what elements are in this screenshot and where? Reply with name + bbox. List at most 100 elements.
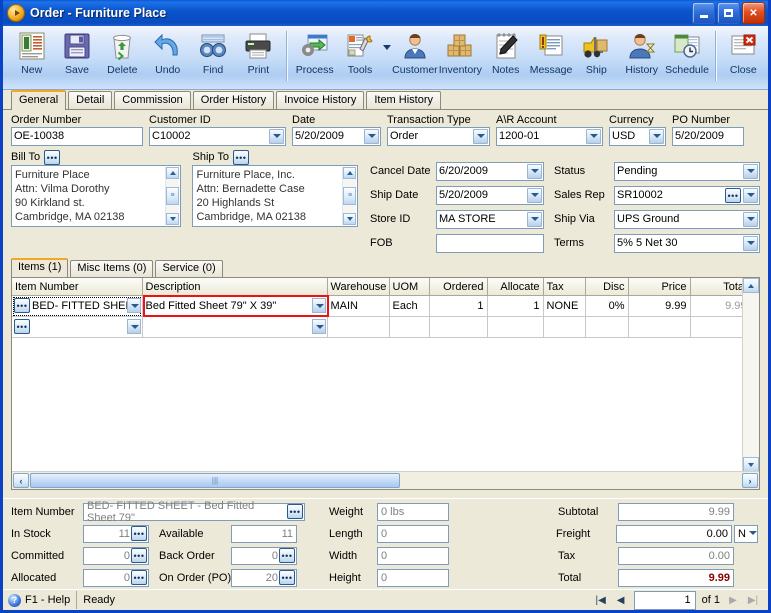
transaction-type-input[interactable]: Order	[387, 127, 490, 146]
tab-item-history[interactable]: Item History	[366, 91, 442, 109]
sales-rep-lookup-button[interactable]: •••	[725, 188, 741, 203]
cancel-date-input[interactable]: 6/20/2009	[436, 162, 544, 181]
freight-input[interactable]: 0.00	[616, 525, 732, 543]
bill-to-scroll-thumb[interactable]: ≡	[166, 187, 179, 205]
bill-to-scrollbar[interactable]: ≡	[165, 167, 179, 225]
tab-general[interactable]: General	[11, 90, 67, 110]
toolbar-delete-button[interactable]: Delete	[100, 29, 145, 85]
cell-ordered[interactable]: 1	[429, 295, 488, 317]
sales-rep-chevron-down-icon[interactable]	[747, 193, 755, 197]
currency-chevron-down-icon[interactable]	[653, 134, 661, 138]
ship-to-address[interactable]: Furniture Place, Inc. Attn: Bernadette C…	[192, 165, 359, 227]
toolbar-process-button[interactable]: Process	[292, 29, 337, 85]
grid-scroll-left-icon[interactable]: ‹	[13, 473, 29, 488]
cell-uom[interactable]: Each	[389, 295, 430, 317]
cell-ordered-empty[interactable]	[429, 316, 488, 338]
cell-description[interactable]: Bed Fitted Sheet 79" X 39"	[142, 295, 328, 317]
grid-horizontal-scrollbar[interactable]: ‹ ||| ›	[12, 471, 759, 489]
status-input[interactable]: Pending	[614, 162, 760, 181]
col-total[interactable]: Total	[690, 278, 743, 296]
description-chevron-down-icon-empty[interactable]	[311, 319, 326, 334]
detail-item-number-input[interactable]: BED- FITTED SHEET - Bed Fitted Sheet 79"	[83, 500, 305, 524]
table-row[interactable]: •••	[12, 316, 743, 338]
ship-via-input[interactable]: UPS Ground	[614, 210, 760, 229]
toolbar-print-button[interactable]: Print	[236, 29, 281, 85]
table-row[interactable]: ••• BED- FITTED SHEE Bed Fitted Sheet 79…	[12, 295, 743, 317]
toolbar-new-button[interactable]: New	[9, 29, 54, 85]
tab-invoice-history[interactable]: Invoice History	[276, 91, 365, 109]
committed-lookup-button[interactable]: •••	[131, 548, 147, 563]
status-chevron-down-icon[interactable]	[747, 169, 755, 173]
toolbar-schedule-button[interactable]: Schedule	[664, 29, 709, 85]
nav-prev-button[interactable]: ◀	[614, 595, 628, 606]
toolbar-find-button[interactable]: Find	[190, 29, 235, 85]
bill-to-lookup-button[interactable]: •••	[44, 150, 61, 165]
help-cell[interactable]: ? F1 - Help	[5, 591, 78, 609]
tab-detail[interactable]: Detail	[68, 91, 113, 109]
toolbar-undo-button[interactable]: Undo	[145, 29, 190, 85]
cell-uom-empty[interactable]	[389, 316, 430, 338]
ship-to-scroll-up-icon[interactable]	[343, 167, 357, 179]
weight-input[interactable]: 0 lbs	[377, 503, 449, 521]
toolbar-customer-button[interactable]: Customer	[392, 29, 438, 85]
ship-to-lookup-button[interactable]: •••	[232, 150, 249, 165]
ship-to-scroll-thumb[interactable]: ≡	[343, 187, 357, 205]
store-id-input[interactable]: MA STORE	[436, 210, 544, 229]
cell-warehouse[interactable]: MAIN	[327, 295, 390, 317]
col-allocate[interactable]: Allocate	[487, 278, 544, 296]
terms-chevron-down-icon[interactable]	[747, 241, 755, 245]
length-input[interactable]: 0	[377, 525, 449, 543]
toolbar-tools-button[interactable]: Tools	[337, 29, 382, 85]
cell-disc[interactable]: 0%	[585, 295, 629, 317]
item-number-chevron-down-icon[interactable]	[126, 298, 141, 313]
col-description[interactable]: Description	[142, 278, 328, 296]
cell-item-number-empty[interactable]: •••	[12, 316, 143, 338]
po-number-input[interactable]: 5/20/2009	[672, 127, 744, 146]
toolbar-save-button[interactable]: Save	[54, 29, 99, 85]
tools-dropdown-arrow-icon[interactable]	[383, 29, 392, 81]
minimize-button[interactable]	[692, 2, 715, 24]
store-id-chevron-down-icon[interactable]	[531, 217, 539, 221]
allocated-lookup-button[interactable]: •••	[131, 570, 147, 585]
bill-to-scroll-down-icon[interactable]	[166, 213, 179, 225]
grid-vertical-scrollbar[interactable]	[742, 278, 759, 472]
cell-disc-empty[interactable]	[585, 316, 629, 338]
toolbar-message-button[interactable]: Message	[528, 29, 573, 85]
cancel-date-chevron-down-icon[interactable]	[531, 169, 539, 173]
bill-to-scroll-up-icon[interactable]	[166, 167, 179, 179]
subtab-service[interactable]: Service (0)	[155, 260, 223, 277]
fob-input[interactable]	[436, 234, 544, 253]
grid-hscroll-thumb[interactable]: |||	[30, 473, 400, 488]
ship-to-scroll-down-icon[interactable]	[343, 213, 357, 225]
items-grid[interactable]: Item Number Description Warehouse UOM Or…	[11, 277, 760, 490]
nav-next-button[interactable]: ▶	[726, 595, 740, 606]
transaction-type-chevron-down-icon[interactable]	[477, 134, 485, 138]
in-stock-lookup-button[interactable]: •••	[131, 526, 147, 541]
col-disc[interactable]: Disc	[585, 278, 629, 296]
toolbar-history-button[interactable]: History	[619, 29, 664, 85]
ship-date-chevron-down-icon[interactable]	[531, 193, 539, 197]
customer-id-chevron-down-icon[interactable]	[273, 134, 281, 138]
bill-to-address[interactable]: Furniture Place Attn: Vilma Dorothy 90 K…	[11, 165, 181, 227]
cell-allocate[interactable]: 1	[487, 295, 544, 317]
back-order-lookup-button[interactable]: •••	[279, 548, 295, 563]
item-number-lookup-button[interactable]: •••	[14, 298, 30, 313]
subtab-misc-items[interactable]: Misc Items (0)	[70, 260, 154, 277]
close-button[interactable]: ✕	[742, 2, 765, 24]
cell-tax[interactable]: NONE	[543, 295, 586, 317]
item-number-lookup-button-empty[interactable]: •••	[14, 319, 30, 334]
height-input[interactable]: 0	[377, 569, 449, 587]
grid-scroll-up-icon[interactable]	[743, 278, 759, 293]
cell-item-number[interactable]: ••• BED- FITTED SHEE	[12, 295, 143, 317]
ship-via-chevron-down-icon[interactable]	[747, 217, 755, 221]
toolbar-close-button[interactable]: Close	[721, 29, 766, 85]
cell-price-empty[interactable]	[628, 316, 691, 338]
item-number-chevron-down-icon-empty[interactable]	[126, 319, 141, 334]
col-item-number[interactable]: Item Number	[12, 278, 143, 296]
ship-date-input[interactable]: 5/20/2009	[436, 186, 544, 205]
ar-account-chevron-down-icon[interactable]	[590, 134, 598, 138]
record-number-input[interactable]: 1	[633, 590, 696, 610]
nav-last-button[interactable]: ▶|	[746, 595, 760, 606]
on-order-po-lookup-button[interactable]: •••	[279, 570, 295, 585]
freight-flag-chevron-down-icon[interactable]	[749, 531, 757, 535]
